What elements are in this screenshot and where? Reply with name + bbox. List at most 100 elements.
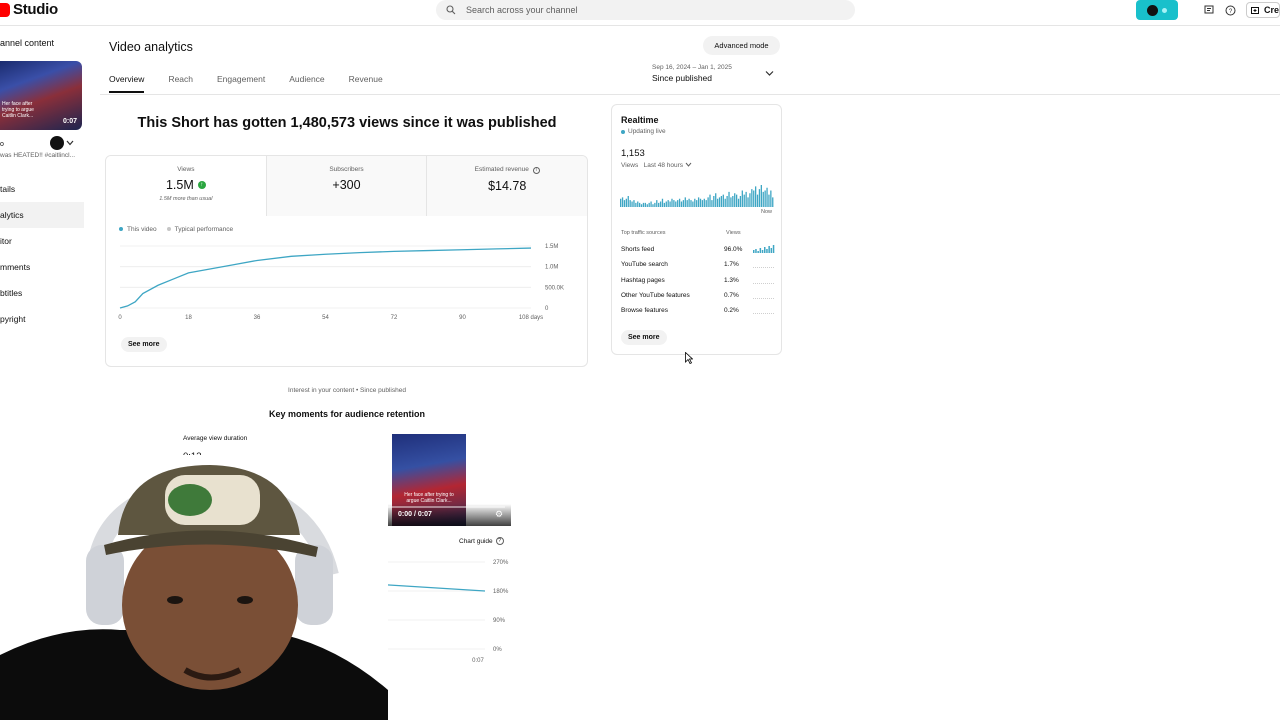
tab-revenue[interactable]: Revenue bbox=[349, 74, 383, 93]
video-thumbnail[interactable]: Her face after trying to argue Caitlin C… bbox=[0, 61, 82, 130]
realtime-now-label: Now bbox=[761, 209, 773, 215]
date-range-picker[interactable]: Sep 16, 2024 – Jan 1, 2025 Since publish… bbox=[652, 64, 732, 83]
realtime-bar bbox=[677, 200, 679, 207]
sparkline-bar bbox=[759, 248, 762, 253]
x-tick-label: 18 bbox=[185, 315, 192, 321]
studio-logo[interactable]: Studio bbox=[0, 1, 58, 18]
sidebar-item-analytics[interactable]: alytics bbox=[0, 202, 84, 228]
views-chart: 0 500.0K 1.0M 1.5M 0 18 36 54 72 90 108 days bbox=[118, 244, 564, 321]
realtime-bar bbox=[671, 198, 673, 207]
key-moments-title: Key moments for audience retention bbox=[268, 409, 426, 419]
y-tick-label: 1.5M bbox=[545, 244, 558, 250]
sidebar-item-label: itor bbox=[0, 236, 12, 246]
realtime-bar bbox=[696, 200, 698, 207]
video-duration: 0:07 bbox=[62, 118, 77, 125]
search-input[interactable]: Search across your channel bbox=[436, 0, 855, 20]
tab-engagement[interactable]: Engagement bbox=[217, 74, 265, 93]
realtime-views-count: 1,153 bbox=[621, 148, 645, 159]
traffic-source-pct: 0.2% bbox=[724, 307, 739, 314]
realtime-bar bbox=[637, 201, 639, 207]
x-tick-label: 108 days bbox=[519, 315, 543, 321]
metric-label: Estimated revenue i bbox=[427, 166, 587, 174]
metric-views[interactable]: Views 1.5M ↑ 1.5M more than usual bbox=[106, 156, 266, 216]
sidebar-item-editor[interactable]: itor bbox=[0, 228, 84, 254]
realtime-bar bbox=[635, 202, 637, 207]
sparkline-bar bbox=[764, 247, 766, 253]
gear-icon[interactable]: ⚙ bbox=[495, 509, 503, 520]
realtime-period-selector[interactable]: Views Last 48 hours bbox=[621, 162, 692, 169]
realtime-bar bbox=[705, 200, 707, 207]
chevron-down-icon bbox=[66, 140, 74, 146]
interest-label: Interest in your content • Since publish… bbox=[288, 387, 406, 394]
traffic-sparkline bbox=[753, 313, 775, 314]
messages-icon[interactable] bbox=[1202, 3, 1216, 17]
player-time: 0:00 / 0:07 bbox=[398, 511, 432, 518]
help-icon[interactable]: ? bbox=[1224, 3, 1238, 17]
chart-guide-link[interactable]: Chart guide ? bbox=[459, 537, 504, 545]
metric-subscribers[interactable]: Subscribers +300 bbox=[265, 156, 427, 216]
metric-label: Subscribers bbox=[329, 166, 364, 173]
traffic-source-pct: 1.7% bbox=[724, 261, 739, 268]
realtime-bar bbox=[694, 198, 696, 207]
realtime-bar bbox=[703, 198, 705, 207]
overview-card: Views 1.5M ↑ 1.5M more than usual Subscr… bbox=[105, 155, 588, 367]
sidebar-item-details[interactable]: tails bbox=[0, 176, 84, 202]
traffic-source-row: Other YouTube features 0.7% bbox=[621, 292, 776, 304]
realtime-bar-chart bbox=[620, 185, 774, 207]
traffic-views-header: Views bbox=[726, 230, 741, 236]
video-owner-menu[interactable] bbox=[50, 136, 74, 150]
y-tick-label: 270% bbox=[493, 560, 509, 566]
realtime-bar bbox=[648, 202, 650, 207]
advanced-mode-button[interactable]: Advanced mode bbox=[703, 36, 780, 55]
realtime-bar bbox=[688, 198, 690, 207]
create-label: Cre bbox=[1263, 5, 1279, 15]
info-icon[interactable]: i bbox=[532, 167, 540, 174]
views-value: 1.5M bbox=[165, 178, 194, 192]
traffic-source-pct: 0.7% bbox=[724, 292, 739, 299]
realtime-bar bbox=[686, 200, 688, 207]
channel-switcher[interactable] bbox=[1135, 0, 1178, 20]
realtime-status: Updating live bbox=[621, 128, 666, 135]
realtime-bar bbox=[629, 200, 631, 207]
realtime-see-more-button[interactable]: See more bbox=[621, 330, 667, 345]
realtime-bar bbox=[730, 197, 732, 207]
realtime-bar bbox=[640, 204, 643, 207]
tab-overview[interactable]: Overview bbox=[109, 74, 145, 93]
realtime-bar bbox=[623, 200, 626, 207]
see-more-button[interactable]: See more bbox=[121, 337, 167, 352]
sidebar-item-comments[interactable]: mments bbox=[0, 254, 84, 280]
traffic-source-row: Browse features 0.2% bbox=[621, 307, 776, 319]
realtime-bar bbox=[633, 200, 635, 207]
realtime-bar bbox=[734, 193, 736, 207]
realtime-bar bbox=[658, 202, 660, 207]
tab-reach[interactable]: Reach bbox=[168, 74, 193, 93]
chevron-down-icon bbox=[685, 162, 692, 167]
top-bar: Studio Search across your channel ? Cre bbox=[0, 0, 1280, 26]
sidebar-item-subtitles[interactable]: btitles bbox=[0, 280, 84, 306]
tab-audience[interactable]: Audience bbox=[289, 74, 324, 93]
date-range-label: Since published bbox=[652, 73, 713, 83]
sidebar-item-copyright[interactable]: pyright bbox=[0, 306, 84, 332]
streamer-webcam-image bbox=[0, 455, 388, 720]
metric-revenue[interactable]: Estimated revenue i $14.78 bbox=[426, 156, 587, 216]
realtime-bar bbox=[715, 193, 717, 207]
x-tick-label: 0:07 bbox=[472, 658, 484, 664]
revenue-label: Estimated revenue bbox=[474, 166, 529, 173]
realtime-bar bbox=[745, 191, 747, 207]
realtime-bar bbox=[739, 196, 742, 207]
realtime-bar bbox=[753, 190, 755, 207]
realtime-bar bbox=[760, 185, 762, 207]
realtime-bar bbox=[656, 200, 658, 207]
date-range-dates: Sep 16, 2024 – Jan 1, 2025 bbox=[652, 64, 732, 71]
mouse-cursor-icon bbox=[685, 352, 693, 364]
realtime-bar bbox=[699, 198, 702, 207]
create-button[interactable]: Cre bbox=[1245, 2, 1280, 18]
traffic-source-name: Other YouTube features bbox=[621, 292, 690, 299]
channel-avatar-icon bbox=[1146, 4, 1158, 16]
metric-comparison: 1.5M more than usual bbox=[159, 196, 213, 202]
traffic-source-pct: 96.0% bbox=[724, 246, 743, 253]
traffic-sparkline bbox=[753, 267, 775, 268]
chevron-down-icon[interactable] bbox=[765, 70, 774, 77]
realtime-bar bbox=[728, 191, 730, 207]
realtime-bar bbox=[756, 194, 759, 207]
